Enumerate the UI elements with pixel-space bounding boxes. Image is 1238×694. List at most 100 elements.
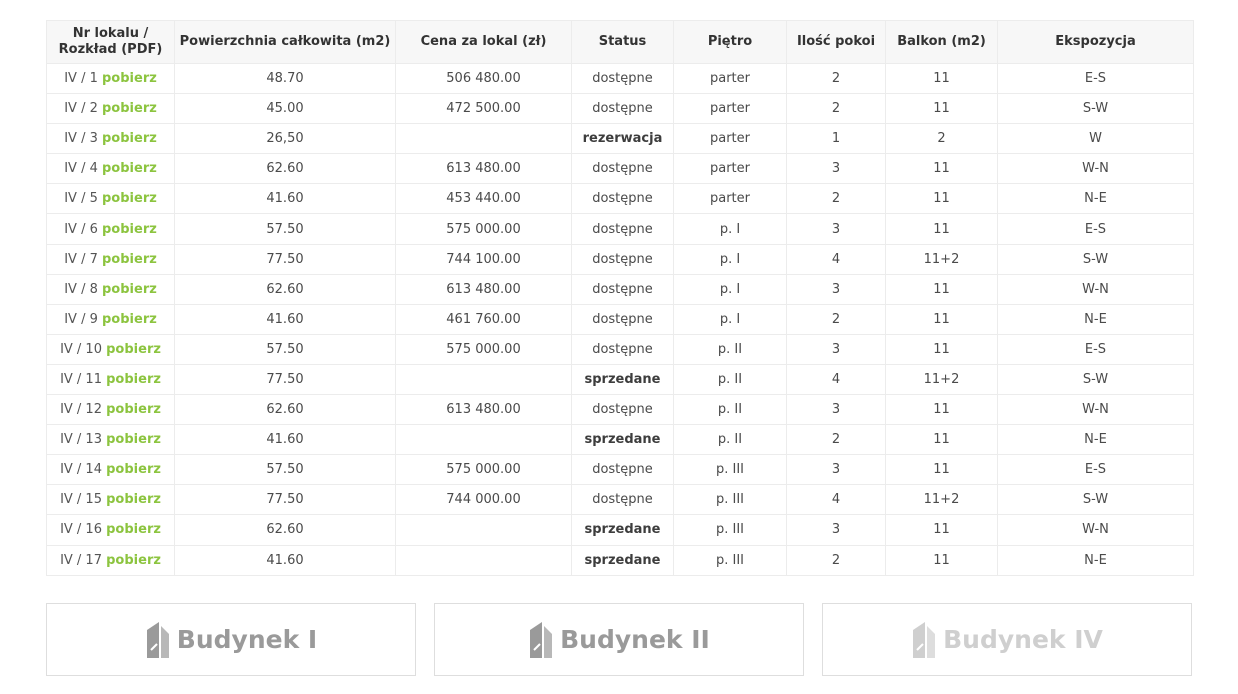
cell-rooms: 3: [786, 454, 886, 486]
cell-lokal: IV / 4 pobierz: [46, 153, 175, 185]
unit-number: IV / 3: [64, 131, 98, 147]
unit-number: IV / 16: [60, 522, 102, 538]
cell-status: dostępne: [571, 484, 674, 516]
cell-rooms: 1: [786, 123, 886, 155]
cell-price: 744 000.00: [395, 484, 572, 516]
cell-balcony: 11: [885, 213, 998, 245]
building-2-button[interactable]: Budynek II: [434, 603, 804, 676]
cell-status: sprzedane: [571, 424, 674, 456]
table-row: IV / 11 pobierz 77.50 sprzedane p. II 4 11+2 S…: [46, 363, 1194, 396]
download-pdf-link[interactable]: pobierz: [102, 131, 157, 146]
unit-number: IV / 4: [64, 161, 98, 177]
download-pdf-link[interactable]: pobierz: [106, 432, 161, 447]
unit-number: IV / 2: [64, 101, 98, 117]
building-icon: [146, 621, 169, 658]
download-pdf-link[interactable]: pobierz: [102, 161, 157, 176]
download-pdf-link[interactable]: pobierz: [102, 282, 157, 297]
cell-rooms: 4: [786, 243, 886, 275]
cell-lokal: IV / 11 pobierz: [46, 363, 175, 396]
header-lokal: Nr lokalu / Rozkład (PDF): [46, 20, 175, 64]
cell-exposure: S-W: [997, 93, 1194, 125]
cell-lokal: IV / 8 pobierz: [46, 273, 175, 305]
download-pdf-link[interactable]: pobierz: [106, 553, 161, 568]
cell-balcony: 11: [885, 514, 998, 546]
cell-floor: p. III: [673, 454, 787, 486]
download-pdf-link[interactable]: pobierz: [106, 492, 161, 507]
header-balcony: Balkon (m2): [885, 20, 998, 64]
table-row: IV / 3 pobierz 26,50 rezerwacja parter 1 2 W: [46, 123, 1194, 155]
table-row: IV / 2 pobierz 45.00 472 500.00 dostępne par…: [46, 93, 1194, 125]
download-pdf-link[interactable]: pobierz: [102, 222, 157, 237]
cell-floor: parter: [673, 183, 787, 215]
cell-price: [395, 514, 572, 546]
download-pdf-link[interactable]: pobierz: [106, 462, 161, 477]
header-status: Status: [571, 20, 674, 64]
table-row: IV / 7 pobierz 77.50 744 100.00 dostępne p. …: [46, 243, 1194, 275]
cell-status: sprzedane: [571, 544, 674, 576]
building-4-logo: Budynek IV: [911, 620, 1103, 660]
cell-exposure: W: [997, 123, 1194, 155]
download-pdf-link[interactable]: pobierz: [102, 101, 157, 116]
cell-status: dostępne: [571, 153, 674, 185]
cell-area: 41.60: [174, 183, 396, 215]
cell-area: 57.50: [174, 333, 396, 365]
download-pdf-link[interactable]: pobierz: [106, 522, 161, 537]
cell-status: dostępne: [571, 243, 674, 275]
download-pdf-link[interactable]: pobierz: [106, 402, 161, 417]
unit-number: IV / 14: [60, 462, 102, 478]
cell-price: [395, 544, 572, 576]
unit-number: IV / 11: [60, 371, 102, 387]
download-pdf-link[interactable]: pobierz: [106, 342, 161, 357]
cell-price: 506 480.00: [395, 62, 572, 95]
table-row: IV / 12 pobierz 62.60 613 480.00 dostępne p.…: [46, 394, 1194, 426]
building-1-label: Budynek I: [176, 625, 318, 654]
table-header-row: Nr lokalu / Rozkład (PDF) Powierzchnia ca…: [46, 20, 1194, 64]
cell-price: 472 500.00: [395, 93, 572, 125]
cell-status: dostępne: [571, 394, 674, 426]
cell-exposure: N-E: [997, 183, 1194, 215]
cell-area: 57.50: [174, 213, 396, 245]
cell-area: 41.60: [174, 424, 396, 456]
cell-balcony: 11+2: [885, 363, 998, 396]
cell-exposure: N-E: [997, 424, 1194, 456]
cell-rooms: 3: [786, 273, 886, 305]
cell-area: 41.60: [174, 544, 396, 576]
download-pdf-link[interactable]: pobierz: [102, 312, 157, 327]
cell-price: 613 480.00: [395, 153, 572, 185]
cell-exposure: W-N: [997, 394, 1194, 426]
table-row: IV / 15 pobierz 77.50 744 000.00 dostępne p.…: [46, 484, 1194, 516]
cell-exposure: W-N: [997, 153, 1194, 185]
cell-balcony: 11: [885, 544, 998, 576]
download-pdf-link[interactable]: pobierz: [102, 71, 157, 86]
download-pdf-link[interactable]: pobierz: [102, 252, 157, 267]
unit-number: IV / 13: [60, 432, 102, 448]
cell-lokal: IV / 3 pobierz: [46, 123, 175, 155]
cell-price: 575 000.00: [395, 213, 572, 245]
building-1-button[interactable]: Budynek I: [46, 603, 416, 676]
cell-price: [395, 123, 572, 155]
download-pdf-link[interactable]: pobierz: [106, 372, 161, 387]
table-body: IV / 1 pobierz 48.70 506 480.00 dostępne par…: [46, 62, 1194, 576]
cell-exposure: N-E: [997, 544, 1194, 576]
building-4-button[interactable]: Budynek IV: [822, 603, 1192, 676]
cell-rooms: 2: [786, 303, 886, 335]
apartments-table: Nr lokalu / Rozkład (PDF) Powierzchnia ca…: [46, 20, 1194, 576]
cell-balcony: 11+2: [885, 243, 998, 275]
cell-exposure: S-W: [997, 243, 1194, 275]
cell-rooms: 2: [786, 424, 886, 456]
download-pdf-link[interactable]: pobierz: [102, 191, 157, 206]
header-area: Powierzchnia całkowita (m2): [174, 20, 396, 64]
cell-floor: p. I: [673, 273, 787, 305]
header-lokal-line2: Rozkład (PDF): [58, 42, 163, 57]
cell-balcony: 11: [885, 183, 998, 215]
cell-lokal: IV / 16 pobierz: [46, 514, 175, 546]
cell-lokal: IV / 13 pobierz: [46, 424, 175, 456]
cell-lokal: IV / 9 pobierz: [46, 303, 175, 335]
cell-balcony: 11: [885, 93, 998, 125]
cell-exposure: W-N: [997, 514, 1194, 546]
building-icon: [530, 621, 553, 658]
cell-area: 77.50: [174, 243, 396, 275]
cell-floor: p. III: [673, 544, 787, 576]
cell-area: 41.60: [174, 303, 396, 335]
cell-floor: parter: [673, 62, 787, 95]
